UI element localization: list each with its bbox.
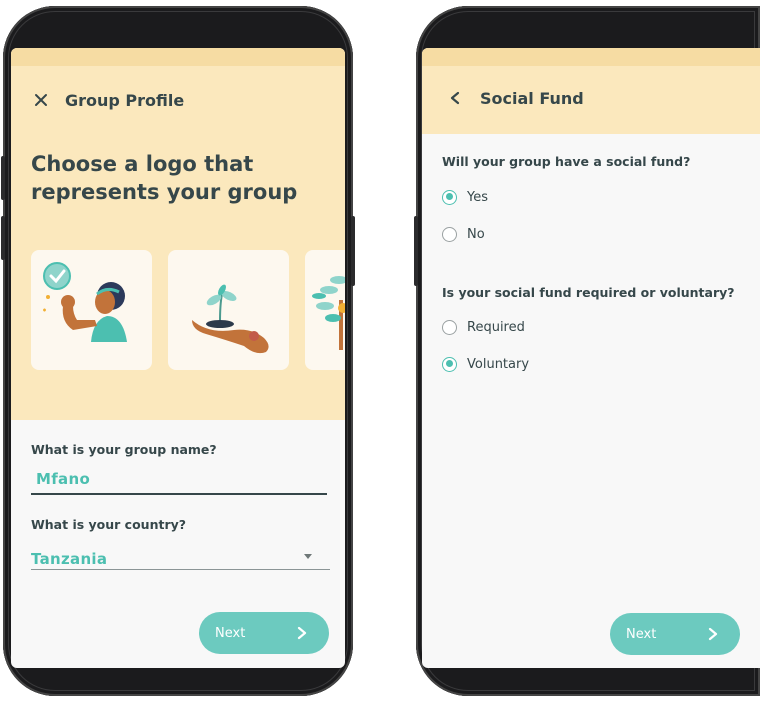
- tree-icon: [312, 276, 345, 350]
- radio-button[interactable]: [442, 189, 457, 205]
- flexing-woman-check-icon: [43, 262, 127, 342]
- radio-label: No: [467, 226, 485, 242]
- radio-button[interactable]: [442, 356, 457, 372]
- radio-option-yes[interactable]: Yes: [442, 186, 488, 208]
- next-button[interactable]: Next: [610, 613, 740, 655]
- group-profile-screen: Group Profile Choose a logo that represe…: [11, 48, 345, 668]
- chevron-left-icon[interactable]: [440, 91, 470, 105]
- next-button[interactable]: Next: [199, 612, 329, 654]
- social-fund-question: Will your group have a social fund?: [442, 154, 691, 169]
- group-name-label: What is your group name?: [31, 442, 217, 457]
- radio-button[interactable]: [442, 319, 457, 335]
- phone-frame-left: Group Profile Choose a logo that represe…: [1, 6, 355, 696]
- volume-button: [1, 156, 5, 200]
- country-label: What is your country?: [31, 517, 187, 532]
- chevron-down-icon[interactable]: [304, 554, 312, 559]
- radio-button[interactable]: [442, 226, 457, 242]
- logo-headline: Choose a logo that represents your group: [31, 152, 298, 204]
- radio-option-no[interactable]: No: [442, 223, 485, 245]
- status-bar: [11, 48, 345, 66]
- logo-option-flexing-woman[interactable]: [31, 250, 152, 370]
- radio-option-required[interactable]: Required: [442, 316, 525, 338]
- social-fund-screen: Social Fund Will your group have a socia…: [422, 48, 760, 668]
- next-button-label: Next: [215, 625, 246, 641]
- group-name-input[interactable]: Mfano: [36, 470, 90, 488]
- phone-frame-right: Social Fund Will your group have a socia…: [414, 6, 760, 696]
- logo-option-sprout[interactable]: [168, 250, 289, 370]
- logo-option-tree[interactable]: [305, 250, 345, 370]
- page-title: Group Profile: [65, 90, 185, 110]
- app-bar: Social Fund: [422, 48, 760, 134]
- app-bar: Group Profile: [11, 80, 184, 120]
- next-button-label: Next: [626, 626, 657, 642]
- power-button: [414, 216, 418, 286]
- close-icon[interactable]: [21, 93, 61, 107]
- hand-with-sprout-icon: [192, 284, 269, 354]
- status-bar: [422, 48, 760, 66]
- volume-button: [1, 216, 5, 260]
- country-underline: [31, 569, 330, 570]
- logo-carousel[interactable]: [31, 250, 345, 372]
- power-button: [351, 216, 355, 286]
- radio-label: Voluntary: [467, 356, 530, 372]
- chevron-right-icon: [297, 626, 307, 640]
- country-select[interactable]: Tanzania: [31, 550, 107, 568]
- group-name-underline: [31, 493, 327, 495]
- page-title: Social Fund: [480, 88, 584, 108]
- radio-label: Required: [467, 319, 525, 335]
- chevron-right-icon: [708, 627, 718, 641]
- radio-option-voluntary[interactable]: Voluntary: [442, 353, 529, 375]
- radio-label: Yes: [467, 189, 488, 205]
- fund-type-question: Is your social fund required or voluntar…: [442, 285, 735, 300]
